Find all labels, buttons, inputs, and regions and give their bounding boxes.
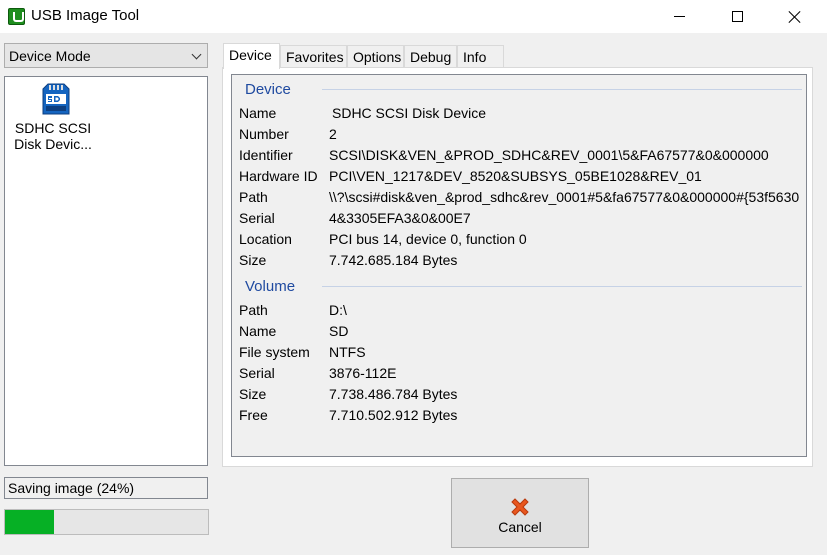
close-button[interactable]: [772, 0, 818, 33]
progress-fill: [5, 510, 54, 534]
minimize-button[interactable]: [656, 0, 702, 33]
chevron-down-icon: [191, 49, 202, 60]
device-item[interactable]: SDHC SCSI Disk Devic...: [9, 80, 93, 156]
minimize-icon: [673, 16, 685, 17]
maximize-icon: [731, 11, 743, 22]
tab-info[interactable]: Info: [457, 45, 504, 68]
volume-section-title: Volume: [245, 278, 300, 295]
device-info-group: Device Name SDHC SCSI Disk Device Number…: [231, 74, 807, 457]
tab-options[interactable]: Options: [347, 45, 404, 68]
device-tab-pane: Device Name SDHC SCSI Disk Device Number…: [222, 67, 813, 467]
sd-card-icon: [42, 83, 70, 115]
tab-favorites[interactable]: Favorites: [280, 45, 347, 68]
app-window: USB Image Tool Device Mode SDHC SCSI Dis…: [0, 0, 827, 555]
cancel-x-icon: [511, 498, 529, 516]
status-text: Saving image (24%): [8, 480, 135, 496]
progress-bar: [4, 509, 209, 535]
app-icon: [8, 8, 25, 25]
mode-select-value: Device Mode: [9, 48, 91, 64]
status-box: Saving image (24%): [4, 477, 208, 499]
maximize-button[interactable]: [714, 0, 760, 33]
cancel-button[interactable]: Cancel: [451, 478, 589, 548]
device-list[interactable]: SDHC SCSI Disk Devic...: [4, 76, 208, 466]
device-label: SDHC SCSI Disk Devic...: [14, 120, 92, 152]
tab-device[interactable]: Device: [223, 43, 280, 69]
device-section-title: Device: [245, 81, 295, 98]
close-icon: [788, 10, 802, 24]
title-bar[interactable]: USB Image Tool: [0, 0, 827, 33]
volume-section-divider: [322, 286, 802, 287]
cancel-label: Cancel: [498, 519, 542, 535]
device-section-divider: [322, 89, 802, 90]
window-title: USB Image Tool: [31, 7, 140, 24]
tab-debug[interactable]: Debug: [404, 45, 457, 68]
mode-select[interactable]: Device Mode: [4, 43, 208, 68]
